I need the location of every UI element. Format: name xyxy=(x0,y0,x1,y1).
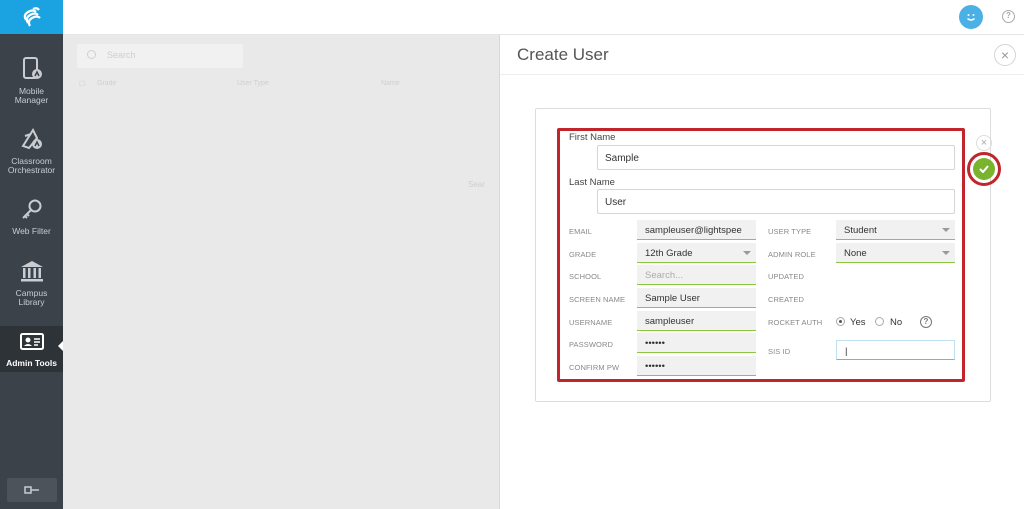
created-label: CREATED xyxy=(768,295,804,304)
user-type-label: USER TYPE xyxy=(768,227,812,236)
username-field[interactable]: sampleuser xyxy=(637,311,756,331)
password-label: PASSWORD xyxy=(569,340,613,349)
sidebar-item-web-filter[interactable]: Web Filter xyxy=(0,198,63,240)
sidebar-item-label: Classroom Orchestrator xyxy=(7,156,56,175)
sidebar-item-label: Admin Tools xyxy=(6,358,57,368)
confirm-password-label: CONFIRM PW xyxy=(569,363,620,372)
password-field[interactable]: •••••• xyxy=(637,333,756,353)
updated-label: UPDATED xyxy=(768,272,804,281)
sidebar-item-label: Campus Library xyxy=(15,288,48,307)
first-name-label: First Name xyxy=(569,132,616,143)
lightspeed-logo-icon xyxy=(23,7,41,27)
background-hint: Sear xyxy=(468,180,485,189)
sidebar-item-classroom-orchestrator[interactable]: Classroom Orchestrator xyxy=(0,126,63,178)
top-bar: ? xyxy=(63,0,1024,35)
sidebar-item-mobile-manager[interactable]: Mobile Manager xyxy=(0,56,63,108)
panel-title: Create User xyxy=(517,45,609,64)
save-button[interactable] xyxy=(973,158,995,180)
username-label: USERNAME xyxy=(569,318,613,327)
user-type-value: Student xyxy=(844,225,877,236)
admin-role-label: ADMIN ROLE xyxy=(768,250,816,259)
smiley-avatar-icon xyxy=(967,14,975,21)
sign-out-button[interactable] xyxy=(7,478,57,502)
door-exit-icon xyxy=(24,486,39,494)
grade-select[interactable]: 12th Grade xyxy=(637,243,756,263)
school-search-input[interactable]: Search... xyxy=(637,265,756,285)
rocket-auth-yes-label: Yes xyxy=(850,317,866,328)
rocket-auth-yes-radio[interactable] xyxy=(836,317,845,326)
column-header: User Type xyxy=(237,80,269,87)
help-icon[interactable]: ? xyxy=(1002,10,1015,23)
column-header: Name xyxy=(381,80,400,87)
email-field[interactable]: sampleuser@lightspee xyxy=(637,220,756,240)
search-icon xyxy=(87,50,96,59)
grade-value: 12th Grade xyxy=(645,248,693,259)
last-name-input[interactable]: User xyxy=(597,189,955,214)
background-table-header: ☐ Grade User Type Name xyxy=(77,80,497,94)
email-label: EMAIL xyxy=(569,227,593,236)
sidebar-item-label: Mobile Manager xyxy=(14,86,49,105)
sidebar: Mobile Manager Classroom Orchestrator We… xyxy=(0,0,64,509)
divider xyxy=(500,74,1024,75)
screen-name-label: SCREEN NAME xyxy=(569,295,626,304)
sis-id-label: SIS ID xyxy=(768,347,791,356)
confirm-password-field[interactable]: •••••• xyxy=(637,356,756,376)
last-name-label: Last Name xyxy=(569,177,615,188)
chevron-down-icon xyxy=(942,251,950,255)
rocket-auth-no-radio[interactable] xyxy=(875,317,884,326)
sidebar-item-label: Web Filter xyxy=(12,226,51,236)
first-name-input[interactable]: Sample xyxy=(597,145,955,170)
screen-name-field[interactable]: Sample User xyxy=(637,288,756,308)
column-checkbox: ☐ xyxy=(79,81,86,88)
search-placeholder: Search xyxy=(107,50,136,60)
background-content: Search ☐ Grade User Type Name Sear xyxy=(63,35,500,509)
chevron-down-icon xyxy=(942,228,950,232)
sidebar-item-admin-tools[interactable]: Admin Tools xyxy=(0,326,64,372)
school-label: SCHOOL xyxy=(569,272,602,281)
rocket-auth-label: ROCKET AUTH xyxy=(768,318,823,327)
admin-role-select[interactable]: None xyxy=(836,243,955,263)
avatar[interactable] xyxy=(959,5,983,29)
chevron-down-icon xyxy=(743,251,751,255)
column-header: Grade xyxy=(97,80,117,87)
background-search-input: Search xyxy=(77,44,243,68)
admin-role-value: None xyxy=(844,248,867,259)
sis-id-input[interactable]: | xyxy=(836,340,955,360)
app-logo[interactable] xyxy=(0,0,63,34)
cancel-button[interactable]: × xyxy=(976,135,992,151)
admin-id-card-icon xyxy=(19,333,44,350)
mobile-manager-icon xyxy=(22,57,42,79)
user-type-select[interactable]: Student xyxy=(836,220,955,240)
close-panel-button[interactable]: × xyxy=(994,44,1016,66)
grade-label: GRADE xyxy=(569,250,597,259)
rocket-auth-no-label: No xyxy=(890,317,903,328)
classroom-orchestrator-icon xyxy=(20,127,42,150)
help-icon[interactable]: ? xyxy=(920,316,932,328)
sidebar-item-campus-library[interactable]: Campus Library xyxy=(0,258,63,308)
checkmark-icon xyxy=(979,165,989,173)
library-building-icon xyxy=(20,261,43,282)
key-icon xyxy=(21,199,41,219)
